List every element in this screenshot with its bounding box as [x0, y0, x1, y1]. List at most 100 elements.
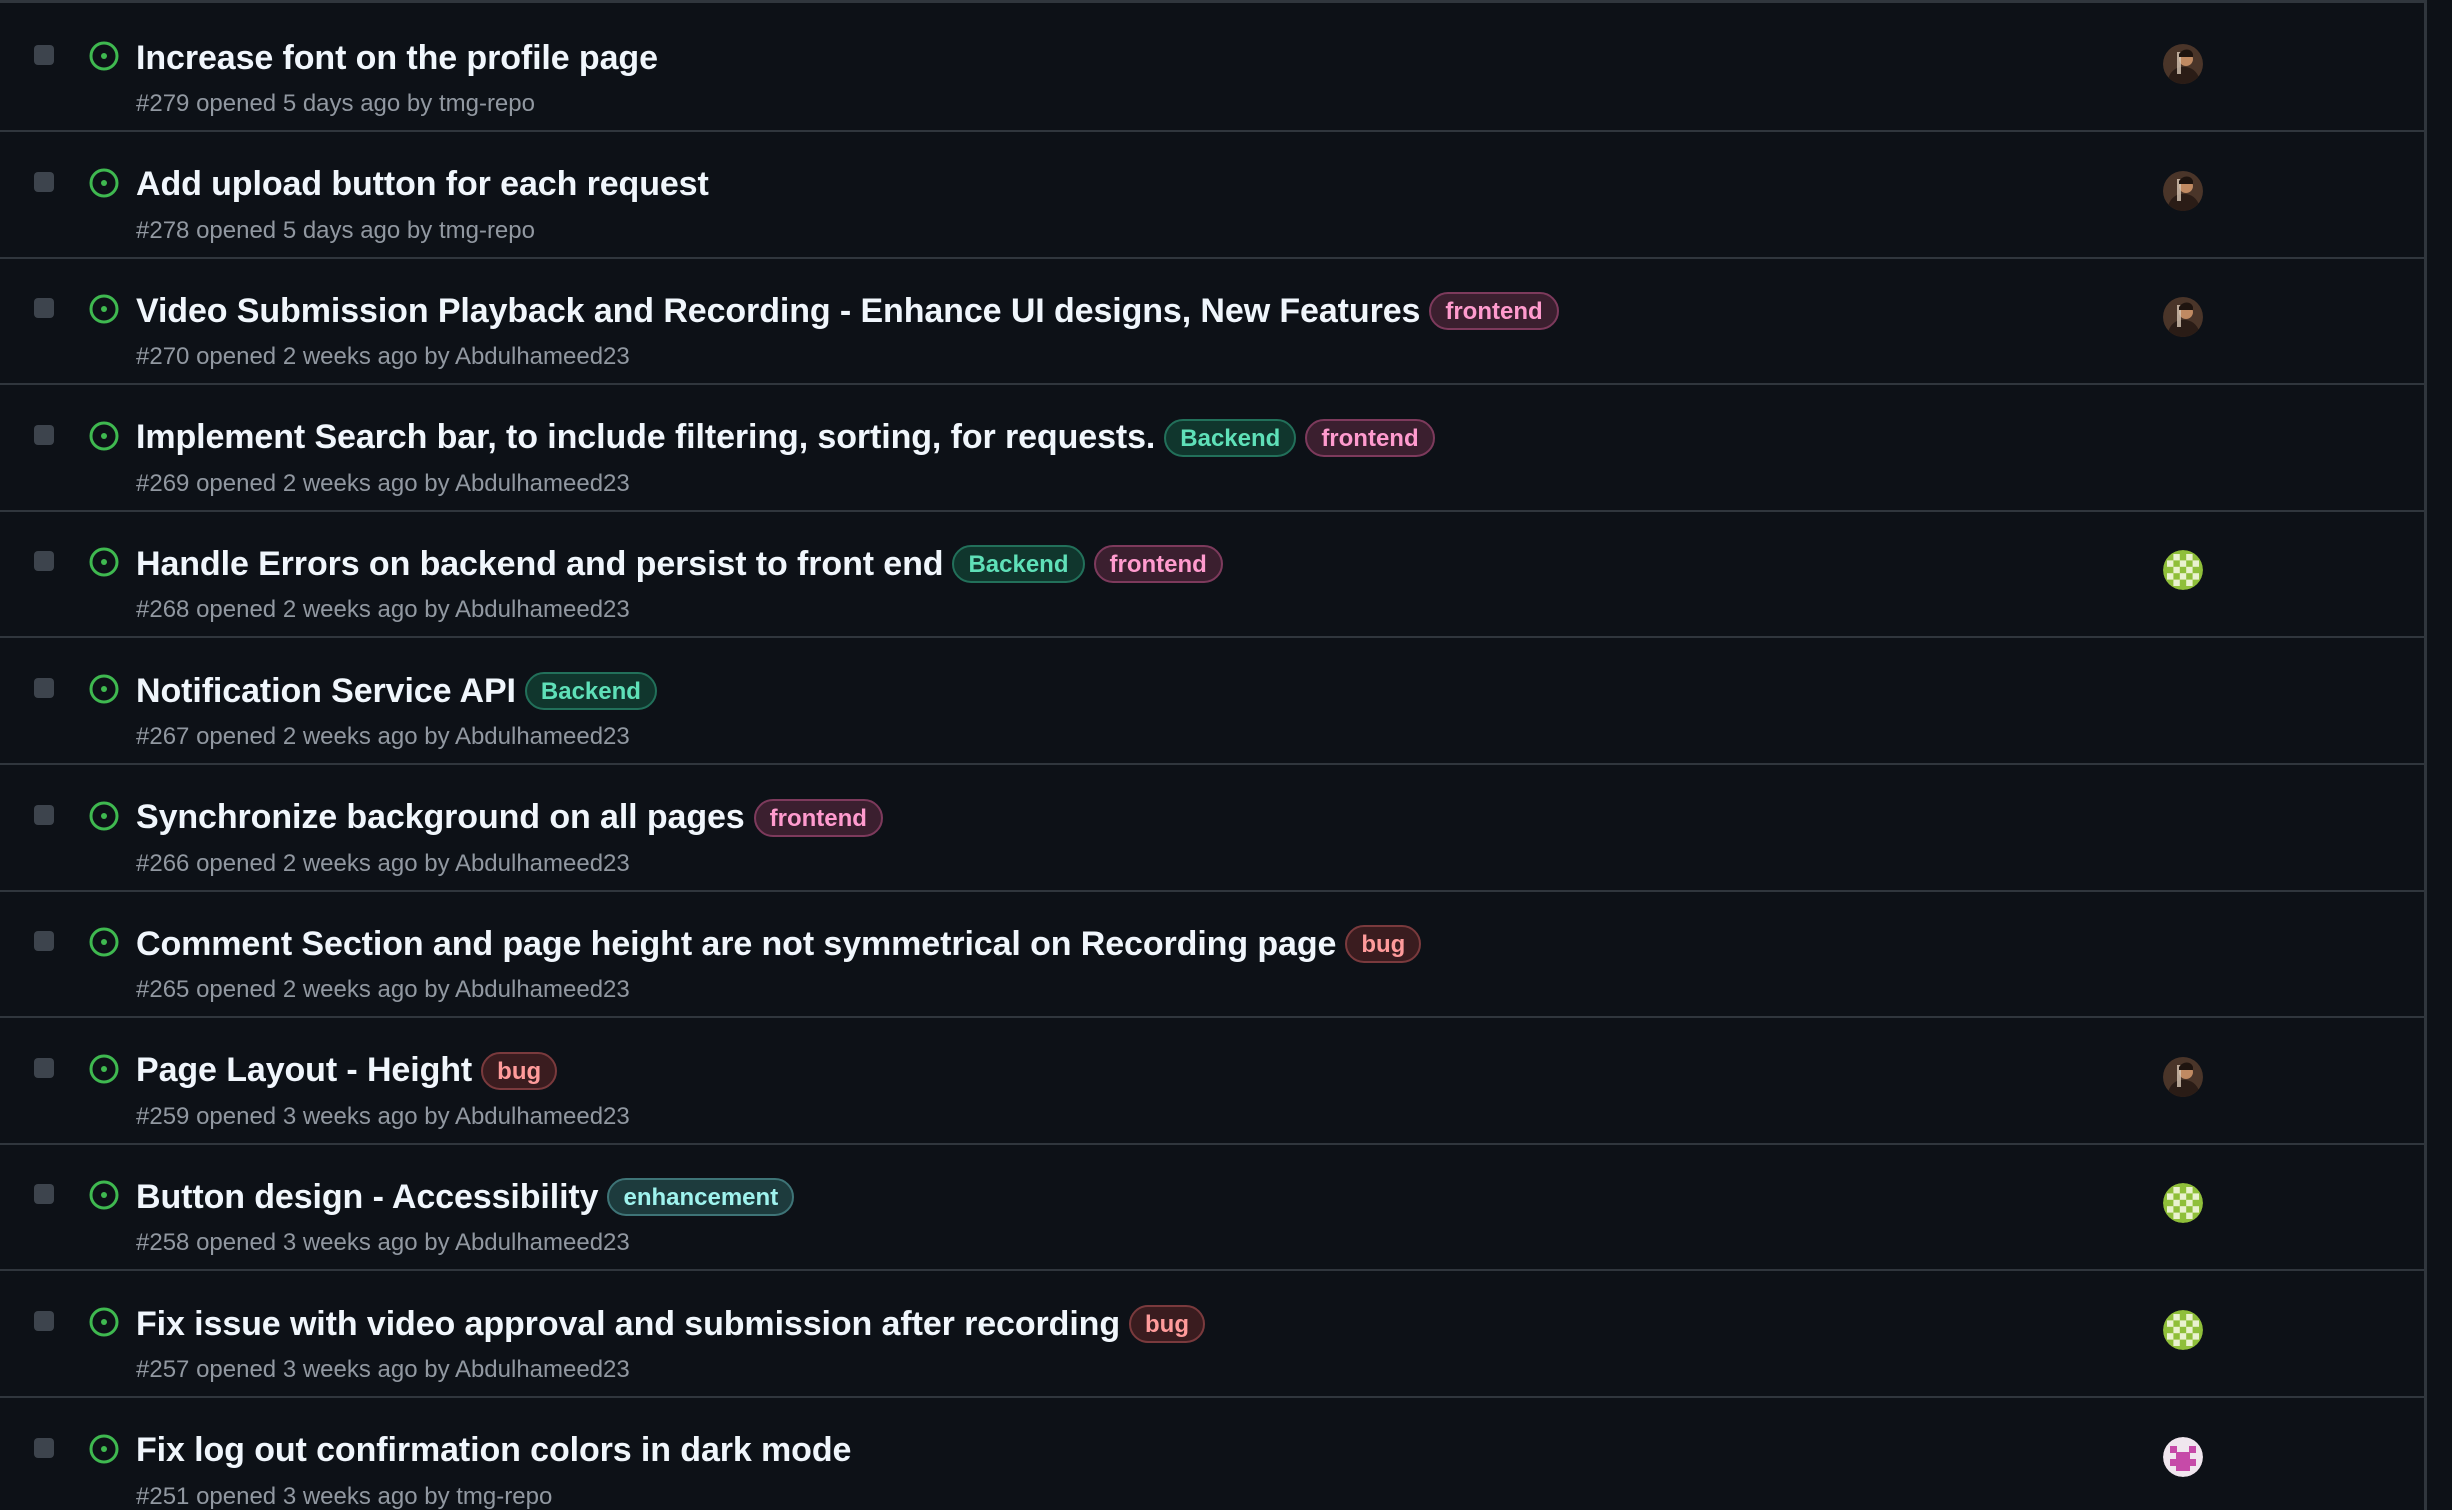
- issue-number: #251: [136, 1482, 190, 1510]
- issue-opened-text: opened 3 weeks ago by: [196, 1356, 450, 1383]
- issue-author-link[interactable]: Abdulhameed23: [455, 343, 630, 370]
- issue-opened-text: opened 2 weeks ago by: [196, 343, 450, 371]
- issue-title-line: Button design - Accessibility enhancement: [136, 1175, 795, 1219]
- issue-author-link[interactable]: Abdulhameed23: [455, 976, 630, 1003]
- label-backend[interactable]: Backend: [1164, 418, 1297, 457]
- issue-author-link[interactable]: Abdulhameed23: [455, 470, 630, 497]
- issues-page: Increase font on the profile page #279 op…: [0, 0, 2452, 1510]
- issue-title-link[interactable]: Video Submission Playback and Recording …: [136, 292, 1420, 331]
- issue-row: Page Layout - Height bug #259 opened 3 wee…: [0, 1019, 2424, 1145]
- issue-title-line: Comment Section and page height are not …: [136, 922, 1422, 966]
- issue-author-link[interactable]: Abdulhameed23: [455, 596, 630, 623]
- issue-select-checkbox[interactable]: [34, 298, 54, 319]
- issue-title-link[interactable]: Notification Service API: [136, 672, 516, 711]
- issue-meta: #266 opened 2 weeks ago by Abdulhameed23: [136, 850, 630, 878]
- issue-opened-icon: [88, 167, 120, 199]
- issue-author-link[interactable]: tmg-repo: [439, 217, 535, 244]
- issue-author-link[interactable]: tmg-repo: [439, 90, 535, 117]
- label-bug[interactable]: bug: [1345, 925, 1422, 964]
- issue-title-link[interactable]: Handle Errors on backend and persist to …: [136, 545, 944, 584]
- issue-author-link[interactable]: Abdulhameed23: [455, 1356, 630, 1383]
- issue-title-link[interactable]: Increase font on the profile page: [136, 39, 658, 78]
- assignee-avatar[interactable]: [2163, 1436, 2203, 1477]
- issue-number: #270: [136, 343, 190, 371]
- label-bug[interactable]: bug: [481, 1051, 558, 1090]
- issue-title-link[interactable]: Synchronize background on all pages: [136, 798, 745, 837]
- issue-opened-icon: [88, 40, 120, 72]
- issue-title-line: Notification Service API Backend: [136, 669, 657, 713]
- assignee-avatar[interactable]: [2163, 170, 2203, 211]
- issue-row: Notification Service API Backend #267 open…: [0, 639, 2424, 765]
- issue-title-link[interactable]: Button design - Accessibility: [136, 1178, 599, 1217]
- label-frontend[interactable]: frontend: [753, 798, 883, 837]
- label-backend[interactable]: Backend: [952, 545, 1085, 584]
- issue-row: Video Submission Playback and Recording …: [0, 259, 2424, 386]
- issue-meta: #279 opened 5 days ago by tmg-repo: [136, 90, 535, 118]
- issue-title-link[interactable]: Comment Section and page height are not …: [136, 925, 1336, 964]
- issue-title-line: Fix log out confirmation colors in dark …: [136, 1429, 851, 1473]
- issue-number: #268: [136, 596, 190, 624]
- issue-meta: #278 opened 5 days ago by tmg-repo: [136, 217, 535, 245]
- issue-opened-text: opened 2 weeks ago by: [196, 596, 450, 624]
- issue-meta: #270 opened 2 weeks ago by Abdulhameed23: [136, 343, 630, 371]
- issue-list: Increase font on the profile page #279 op…: [0, 0, 2427, 1510]
- issue-number: #278: [136, 216, 190, 244]
- issue-opened-icon: [88, 800, 120, 832]
- issue-title-link[interactable]: Page Layout - Height: [136, 1051, 472, 1090]
- issue-title-line: Implement Search bar, to include filteri…: [136, 416, 1435, 460]
- issue-author-link[interactable]: Abdulhameed23: [455, 1103, 630, 1130]
- issue-title-link[interactable]: Fix issue with video approval and submis…: [136, 1305, 1120, 1344]
- assignee-avatar[interactable]: [2163, 1183, 2203, 1224]
- issue-row: Button design - Accessibility enhancement…: [0, 1145, 2424, 1272]
- issue-select-checkbox[interactable]: [34, 1184, 54, 1205]
- assignee-avatar[interactable]: [2163, 1310, 2203, 1350]
- issue-author-link[interactable]: Abdulhameed23: [455, 850, 630, 877]
- issue-select-checkbox[interactable]: [34, 678, 54, 698]
- issue-number: #258: [136, 1229, 190, 1257]
- issue-opened-text: opened 2 weeks ago by: [196, 976, 450, 1004]
- assignee-avatar[interactable]: [2163, 44, 2203, 84]
- issue-select-checkbox[interactable]: [34, 931, 54, 952]
- issue-opened-text: opened 3 weeks ago by: [196, 1102, 450, 1130]
- issue-meta: #265 opened 2 weeks ago by Abdulhameed23: [136, 976, 630, 1004]
- assignee-avatar[interactable]: [2163, 297, 2203, 338]
- issue-title-line: Handle Errors on backend and persist to …: [136, 542, 1223, 586]
- issue-title-line: Add upload button for each request: [136, 163, 709, 207]
- assignee-avatar[interactable]: [2163, 550, 2203, 591]
- issue-meta: #269 opened 2 weeks ago by Abdulhameed23: [136, 470, 630, 498]
- issue-opened-text: opened 3 weeks ago by: [196, 1482, 450, 1510]
- issue-author-link[interactable]: tmg-repo: [456, 1483, 552, 1510]
- issue-author-link[interactable]: Abdulhameed23: [455, 1229, 630, 1256]
- issue-row: Fix issue with video approval and submis…: [0, 1272, 2424, 1398]
- issue-title-line: Page Layout - Height bug: [136, 1049, 558, 1093]
- issue-select-checkbox[interactable]: [34, 551, 54, 572]
- issue-opened-text: opened 3 weeks ago by: [196, 1229, 450, 1257]
- issue-select-checkbox[interactable]: [34, 804, 54, 825]
- assignee-avatar[interactable]: [2163, 1056, 2203, 1097]
- issue-select-checkbox[interactable]: [34, 424, 54, 445]
- issue-title-link[interactable]: Implement Search bar, to include filteri…: [136, 418, 1155, 457]
- issue-title-line: Video Submission Playback and Recording …: [136, 289, 1559, 333]
- label-enhancement[interactable]: enhancement: [607, 1178, 795, 1217]
- issue-number: #267: [136, 723, 190, 750]
- label-frontend[interactable]: frontend: [1093, 545, 1223, 584]
- issue-opened-icon: [88, 293, 120, 325]
- label-frontend[interactable]: frontend: [1429, 292, 1559, 331]
- issue-title-link[interactable]: Fix log out confirmation colors in dark …: [136, 1431, 851, 1470]
- label-frontend[interactable]: frontend: [1305, 418, 1435, 457]
- issue-select-checkbox[interactable]: [34, 171, 54, 192]
- issue-meta: #257 opened 3 weeks ago by Abdulhameed23: [136, 1356, 630, 1384]
- issue-opened-text: opened 2 weeks ago by: [196, 469, 450, 497]
- issue-select-checkbox[interactable]: [34, 1311, 54, 1331]
- label-bug[interactable]: bug: [1129, 1305, 1205, 1343]
- issue-number: #259: [136, 1102, 190, 1130]
- issue-select-checkbox[interactable]: [34, 1057, 54, 1078]
- issue-meta: #267 opened 2 weeks ago by Abdulhameed23: [136, 723, 630, 751]
- issue-select-checkbox[interactable]: [34, 45, 54, 65]
- issue-title-link[interactable]: Add upload button for each request: [136, 165, 709, 204]
- issue-title-line: Synchronize background on all pages front…: [136, 796, 883, 840]
- issue-select-checkbox[interactable]: [34, 1437, 54, 1458]
- issue-opened-text: opened 2 weeks ago by: [196, 723, 450, 750]
- label-backend[interactable]: Backend: [524, 672, 657, 710]
- issue-author-link[interactable]: Abdulhameed23: [455, 723, 630, 750]
